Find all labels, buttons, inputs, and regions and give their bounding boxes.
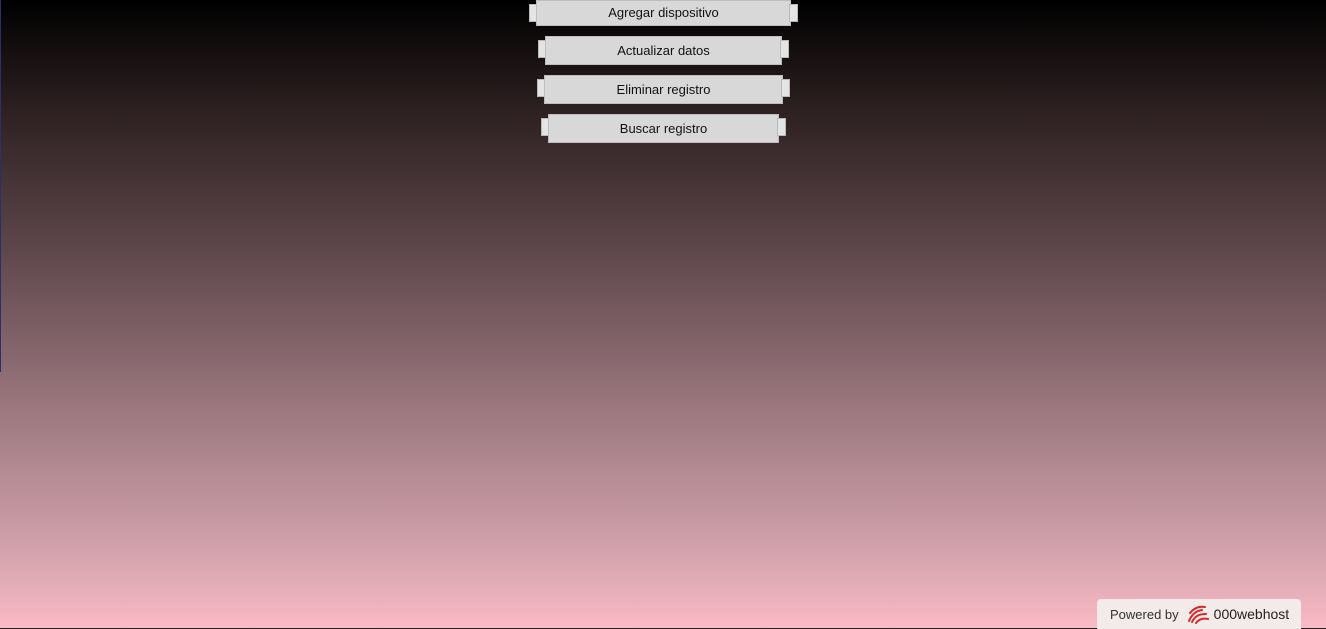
brand-label: 000webhost bbox=[1213, 606, 1290, 622]
powered-by-label: Powered by bbox=[1110, 606, 1179, 622]
add-device-button-wrapper: Agregar dispositivo bbox=[529, 0, 798, 29]
hosting-badge[interactable]: Powered by 000webhost bbox=[1097, 599, 1301, 629]
button-tab-right bbox=[781, 79, 790, 97]
update-data-button-wrapper: Actualizar datos bbox=[538, 36, 789, 65]
000webhost-logo-icon bbox=[1186, 604, 1210, 624]
delete-record-button-wrapper: Eliminar registro bbox=[537, 75, 790, 104]
update-data-button[interactable]: Actualizar datos bbox=[545, 36, 782, 65]
search-record-button-wrapper: Buscar registro bbox=[541, 114, 786, 143]
button-tab-right bbox=[780, 40, 789, 58]
left-frame-edge bbox=[0, 0, 1, 372]
button-tab-right bbox=[777, 118, 786, 136]
button-tab-right bbox=[789, 4, 798, 22]
delete-record-button[interactable]: Eliminar registro bbox=[544, 75, 783, 104]
search-record-button[interactable]: Buscar registro bbox=[548, 114, 779, 143]
add-device-button[interactable]: Agregar dispositivo bbox=[536, 0, 791, 26]
